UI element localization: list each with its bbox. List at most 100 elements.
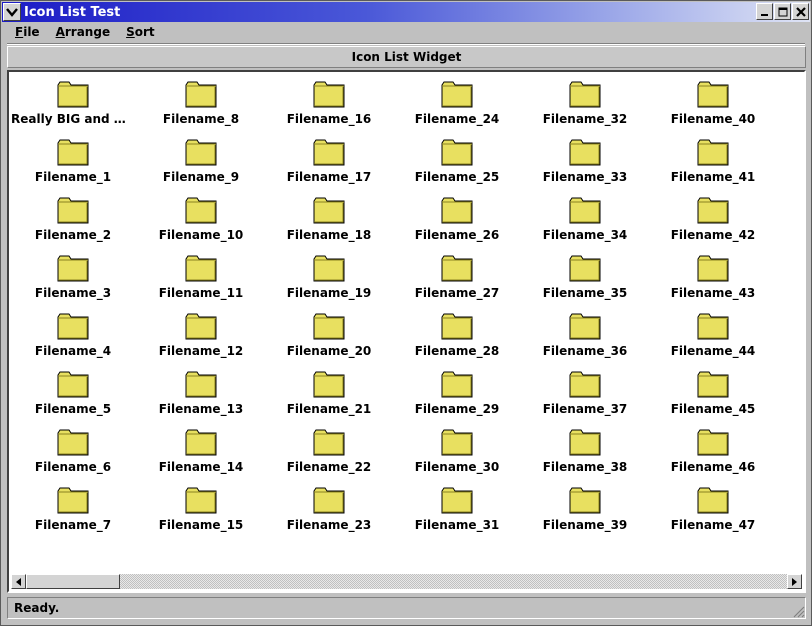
resize-grip-icon[interactable] [791, 604, 805, 618]
icon-label: Filename_1 [34, 170, 112, 184]
icon-list-item[interactable]: Filename_44 [649, 306, 777, 364]
folder-icon [441, 313, 473, 340]
icon-list-item[interactable]: Filename_3 [9, 248, 137, 306]
folder-icon [313, 429, 345, 456]
icon-list-item[interactable]: Filename_32 [521, 74, 649, 132]
icon-list-item[interactable]: Filename_39 [521, 480, 649, 538]
icon-list-item[interactable]: Filename_17 [265, 132, 393, 190]
icon-list-item[interactable]: Filename_5 [9, 364, 137, 422]
icon-list-item[interactable]: Filename_20 [265, 306, 393, 364]
icon-list-item[interactable]: Filename_1 [9, 132, 137, 190]
close-button[interactable] [792, 3, 809, 20]
folder-icon [57, 313, 89, 340]
icon-list-item[interactable]: Filename_18 [265, 190, 393, 248]
folder-icon [697, 429, 729, 456]
icon-list-item[interactable]: Filename_21 [265, 364, 393, 422]
icon-list-item[interactable]: Filename_38 [521, 422, 649, 480]
icon-label: Filename_6 [34, 460, 112, 474]
icon-label: Filename_3 [34, 286, 112, 300]
icon-list-item[interactable]: Filename_22 [265, 422, 393, 480]
icon-list-item[interactable]: Filename_28 [393, 306, 521, 364]
icon-list-item[interactable]: Filename_42 [649, 190, 777, 248]
icon-label: Filename_37 [542, 402, 628, 416]
icon-list-item[interactable]: Filename_46 [649, 422, 777, 480]
icon-label: Filename_17 [286, 170, 372, 184]
menu-file[interactable]: File [7, 23, 48, 42]
minimize-button[interactable] [756, 3, 773, 20]
icon-list-item[interactable]: Filename_14 [137, 422, 265, 480]
title-bar[interactable]: Icon List Test [2, 2, 810, 22]
icon-list-item[interactable]: Filename_24 [393, 74, 521, 132]
icon-list-item[interactable]: Filename_11 [137, 248, 265, 306]
icon-list-item[interactable]: Filename_29 [393, 364, 521, 422]
icon-label: Filename_26 [414, 228, 500, 242]
icon-list-item[interactable]: Filename_8 [137, 74, 265, 132]
icon-list-item[interactable]: Filename_10 [137, 190, 265, 248]
icon-list-item[interactable]: Filename_43 [649, 248, 777, 306]
icon-label: Filename_36 [542, 344, 628, 358]
window-menu-button[interactable] [3, 3, 21, 21]
icon-list-item[interactable]: Filename_15 [137, 480, 265, 538]
menu-file-label: ile [23, 25, 40, 39]
folder-icon [185, 81, 217, 108]
icon-list-item[interactable]: Filename_40 [649, 74, 777, 132]
icon-list-item[interactable]: Filename_47 [649, 480, 777, 538]
icon-list-item[interactable]: Filename_33 [521, 132, 649, 190]
icon-list-item[interactable]: Filename_4 [9, 306, 137, 364]
folder-icon [185, 313, 217, 340]
icon-list-item[interactable]: Filename_37 [521, 364, 649, 422]
icon-label: Filename_29 [414, 402, 500, 416]
icon-list-item[interactable]: Filename_41 [649, 132, 777, 190]
icon-list-item[interactable]: Filename_25 [393, 132, 521, 190]
maximize-button[interactable] [774, 3, 791, 20]
icon-list-item[interactable]: Filename_16 [265, 74, 393, 132]
icon-list-item[interactable]: Filename_31 [393, 480, 521, 538]
icon-label: Filename_40 [670, 112, 756, 126]
icon-list-item[interactable]: Filename_34 [521, 190, 649, 248]
icon-list-item[interactable]: Filename_27 [393, 248, 521, 306]
folder-icon [313, 81, 345, 108]
folder-icon [57, 139, 89, 166]
icon-label: Filename_21 [286, 402, 372, 416]
icon-list-item[interactable]: Filename_9 [137, 132, 265, 190]
folder-icon [697, 197, 729, 224]
folder-icon [697, 371, 729, 398]
icon-label: Filename_8 [162, 112, 240, 126]
icon-list[interactable]: Really BIG and wi... Filename_1 Filename_2… [7, 70, 806, 593]
icon-list-item[interactable]: Filename_12 [137, 306, 265, 364]
scroll-left-button[interactable] [11, 574, 26, 589]
folder-icon [697, 313, 729, 340]
icon-label: Filename_5 [34, 402, 112, 416]
icon-label: Filename_12 [158, 344, 244, 358]
icon-label: Filename_30 [414, 460, 500, 474]
folder-icon [697, 81, 729, 108]
icon-list-item[interactable]: Filename_19 [265, 248, 393, 306]
folder-icon [569, 487, 601, 514]
folder-icon [569, 81, 601, 108]
icon-list-item[interactable]: Filename_7 [9, 480, 137, 538]
icon-list-item[interactable]: Filename_2 [9, 190, 137, 248]
menu-file-mnemonic: F [15, 25, 24, 39]
horizontal-scrollbar[interactable] [11, 574, 802, 589]
icon-list-item[interactable]: Filename_36 [521, 306, 649, 364]
icon-list-item[interactable]: Filename_23 [265, 480, 393, 538]
folder-icon [441, 255, 473, 282]
minimize-icon [760, 13, 768, 16]
folder-icon [697, 139, 729, 166]
folder-icon [569, 197, 601, 224]
menu-sort[interactable]: Sort [118, 23, 163, 42]
icon-list-item[interactable]: Filename_30 [393, 422, 521, 480]
menu-arrange[interactable]: Arrange [48, 23, 119, 42]
icon-list-item[interactable]: Really BIG and wi... [9, 74, 137, 132]
icon-list-item[interactable]: Filename_13 [137, 364, 265, 422]
icon-list-item[interactable]: Filename_26 [393, 190, 521, 248]
folder-icon [57, 371, 89, 398]
icon-list-item[interactable]: Filename_35 [521, 248, 649, 306]
icon-list-item[interactable]: Filename_45 [649, 364, 777, 422]
folder-icon [313, 371, 345, 398]
icon-list-item[interactable]: Filename_6 [9, 422, 137, 480]
scrollbar-thumb[interactable] [26, 574, 120, 589]
folder-icon [185, 487, 217, 514]
list-header[interactable]: Icon List Widget [7, 46, 806, 68]
scroll-right-button[interactable] [787, 574, 802, 589]
